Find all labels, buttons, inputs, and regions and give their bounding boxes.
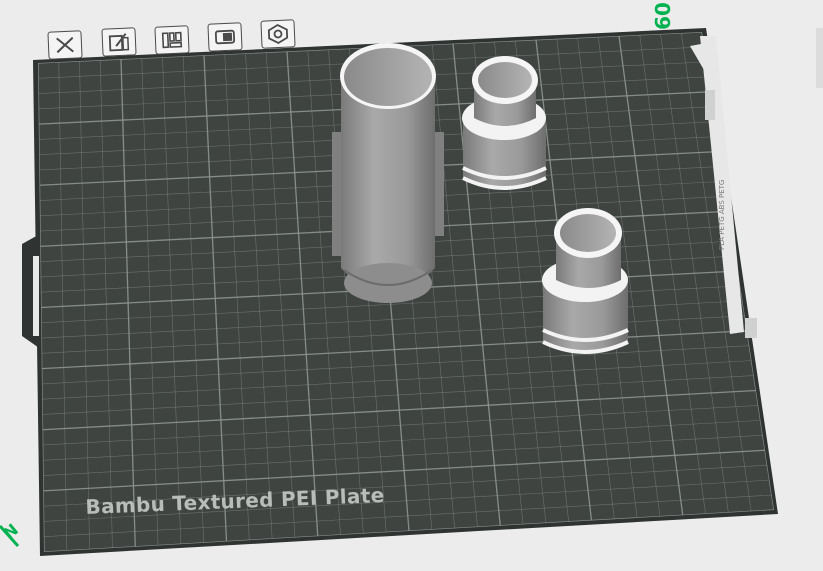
plate-settings-button[interactable] bbox=[260, 19, 296, 49]
arrange-icon bbox=[161, 31, 184, 50]
plate-handle-slot bbox=[33, 256, 39, 336]
layer-settings-button[interactable] bbox=[207, 22, 243, 52]
side-strip-icon-2 bbox=[745, 318, 757, 338]
delete-button[interactable] bbox=[47, 30, 83, 60]
y-axis-label: 09 bbox=[649, 2, 674, 30]
auto-orient-button[interactable] bbox=[101, 27, 137, 57]
auto-orient-icon bbox=[108, 32, 131, 53]
delete-icon bbox=[54, 36, 77, 55]
side-strip-label: PLA PETG ABS PETG bbox=[718, 179, 726, 250]
build-plate-viewport[interactable] bbox=[0, 0, 823, 571]
arrange-button[interactable] bbox=[154, 25, 190, 55]
adapter-object-top[interactable] bbox=[462, 56, 547, 190]
tall-cylinder-object[interactable] bbox=[332, 43, 444, 303]
viewport-scroll-edge[interactable] bbox=[816, 28, 823, 88]
side-strip-icon bbox=[705, 90, 715, 120]
layer-settings-icon bbox=[214, 29, 237, 46]
plate-settings-icon bbox=[267, 23, 290, 45]
adapter-object-bottom[interactable] bbox=[542, 208, 629, 354]
